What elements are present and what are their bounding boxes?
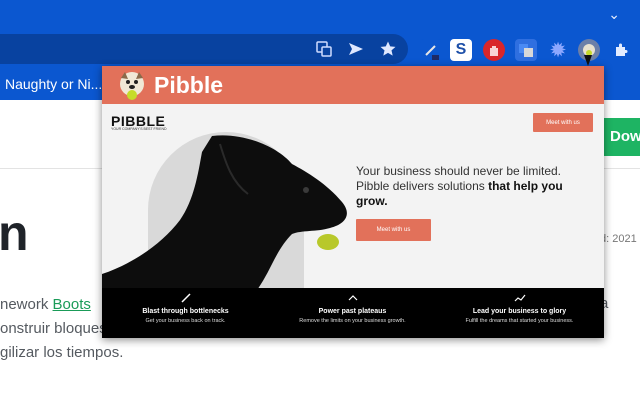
pibble-logo-icon bbox=[116, 69, 148, 101]
feature-item: Lead your business to glory Fulfill the … bbox=[436, 292, 603, 324]
pen-icon bbox=[102, 292, 269, 304]
translate-extension-icon[interactable] bbox=[515, 39, 537, 61]
page-date: d: 2021 bbox=[600, 233, 637, 245]
address-bar[interactable] bbox=[0, 34, 408, 64]
dog-illustration bbox=[102, 135, 347, 304]
popup-header: Pibble bbox=[102, 66, 604, 104]
feature-item: Power past plateaus Remove the limits on… bbox=[269, 292, 436, 324]
mouse-cursor-icon bbox=[584, 55, 592, 66]
s-extension-icon[interactable]: S bbox=[450, 39, 472, 61]
stop-hand-extension-icon[interactable] bbox=[483, 39, 505, 61]
tab-strip: ⌄ bbox=[0, 0, 640, 30]
paragraph-line: gilizar los tiempos. bbox=[0, 344, 124, 361]
translate-icon[interactable] bbox=[314, 40, 334, 63]
tab-search-chevron-icon[interactable]: ⌄ bbox=[608, 6, 620, 23]
site-preview: PIBBLE YOUR COMPANY'S BEST FRIEND Meet w… bbox=[102, 104, 604, 338]
feature-desc: Fulfill the dreams that started your bus… bbox=[465, 318, 574, 324]
extensions-puzzle-icon[interactable] bbox=[610, 39, 632, 61]
send-icon[interactable] bbox=[346, 40, 366, 63]
paragraph-line: nework bbox=[0, 296, 53, 313]
feature-title: Power past plateaus bbox=[318, 308, 387, 315]
preview-cta-meet-button[interactable]: Meet with us bbox=[356, 219, 431, 241]
preview-nav-meet-button[interactable]: Meet with us bbox=[533, 113, 593, 132]
chevron-up-icon bbox=[269, 292, 436, 304]
feature-desc: Get your business back on track. bbox=[145, 318, 226, 324]
dropper-extension-icon[interactable] bbox=[420, 39, 442, 61]
preview-headline: Your business should never be limited. P… bbox=[356, 164, 592, 209]
download-button[interactable]: Dow bbox=[598, 118, 640, 156]
page-heading: n bbox=[0, 205, 29, 261]
browser-toolbar: S ✹ bbox=[0, 30, 640, 68]
feature-item: Blast through bottlenecks Get your busin… bbox=[102, 292, 269, 324]
feature-title: Blast through bottlenecks bbox=[142, 308, 229, 315]
bookmark-star-icon[interactable] bbox=[378, 40, 398, 63]
popup-title: Pibble bbox=[154, 72, 224, 98]
trend-icon bbox=[436, 292, 603, 304]
bookmark-naughty-or-nice[interactable]: Naughty or Ni... bbox=[5, 76, 102, 92]
bootstrap-link[interactable]: Boots bbox=[53, 296, 91, 313]
pibble-popup: Pibble PIBBLE YOUR COMPANY'S BEST FRIEND… bbox=[102, 66, 604, 338]
preview-features-bar: Blast through bottlenecks Get your busin… bbox=[102, 288, 604, 338]
feature-desc: Remove the limits on your business growt… bbox=[299, 318, 406, 324]
feature-title: Lead your business to glory bbox=[472, 308, 567, 315]
sparkle-extension-icon[interactable]: ✹ bbox=[547, 39, 569, 61]
